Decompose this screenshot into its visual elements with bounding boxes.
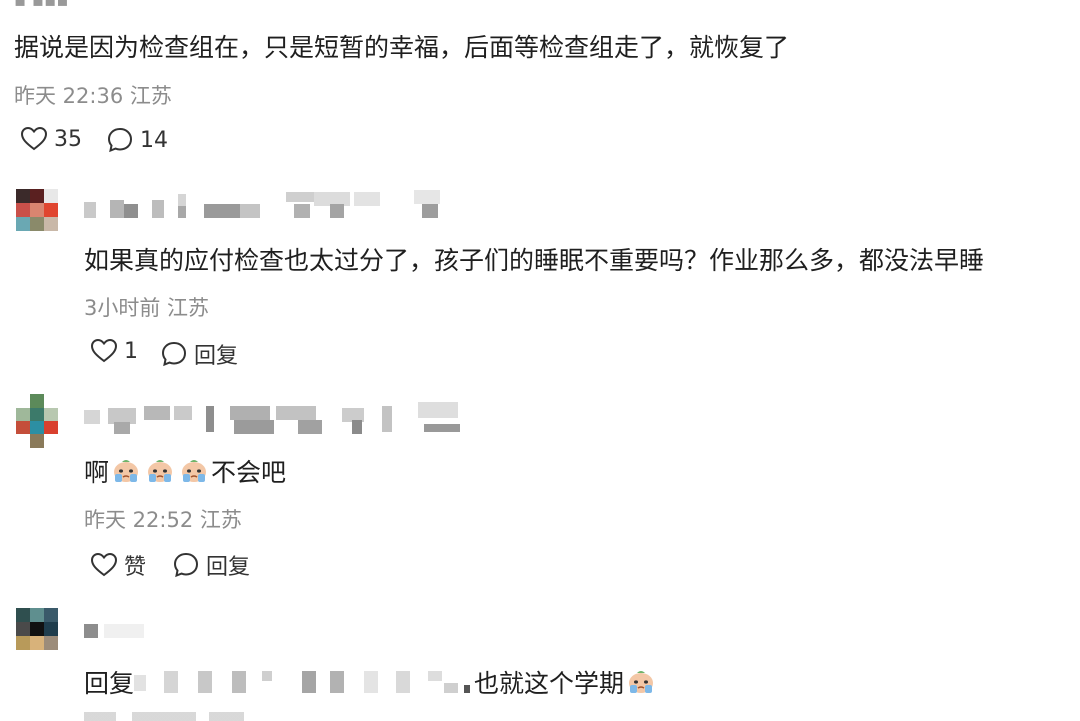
like-button[interactable]: 35 [20,126,82,152]
comment-text: 据说是因为检查组在，只是短暂的幸福，后面等检查组走了，就恢复了 [14,33,790,62]
blurred-username[interactable] [84,402,464,434]
comment-bubble-icon [106,126,134,154]
avatar[interactable] [16,608,58,650]
crying-face-emoji [145,458,175,484]
comment-text-prefix: 啊 [84,458,110,487]
reply-button[interactable]: 回复 [172,549,250,581]
like-label: 赞 [124,555,147,580]
like-count: 35 [54,126,82,152]
reply-button[interactable]: 回复 [160,338,238,370]
reply-count: 14 [140,127,168,153]
reply-label: 回复 [194,344,239,369]
comment-text: 如果真的应付检查也太过分了，孩子们的睡眠不重要吗？作业那么多，都没法早睡 [84,246,985,275]
comment-text-prefix: 回复 [84,669,135,698]
avatar[interactable] [16,189,58,231]
comment-text: 回复 也就这个学期 [84,664,658,700]
avatar[interactable] [16,394,58,448]
comment-bubble-icon [160,340,188,368]
cut-off-meta [84,712,264,721]
blurred-username[interactable] [84,616,164,646]
comment-bubble-icon [172,551,200,579]
blurred-username[interactable] [84,190,464,220]
comment-meta: 昨天 22:36 江苏 [14,84,172,108]
blurred-mention[interactable] [134,667,474,697]
heart-icon [90,338,118,364]
comment-meta: 昨天 22:52 江苏 [84,508,242,532]
like-button[interactable]: 赞 [90,549,146,581]
cut-off-username: ▪ ▪▪▪ [14,0,69,11]
comment-meta: 3小时前 江苏 [84,296,210,320]
crying-face-emoji [626,669,656,695]
like-button[interactable]: 1 [90,338,138,364]
reply-button[interactable]: 14 [106,126,168,154]
like-count: 1 [124,338,138,364]
heart-icon [90,552,118,578]
comment-text-suffix: 也就这个学期 [474,669,625,698]
crying-face-emoji [179,458,209,484]
reply-label: 回复 [206,555,251,580]
comment-text-suffix: 不会吧 [211,458,287,487]
heart-icon [20,126,48,152]
crying-face-emoji [111,458,141,484]
comment-text: 啊 不会吧 [84,453,286,489]
